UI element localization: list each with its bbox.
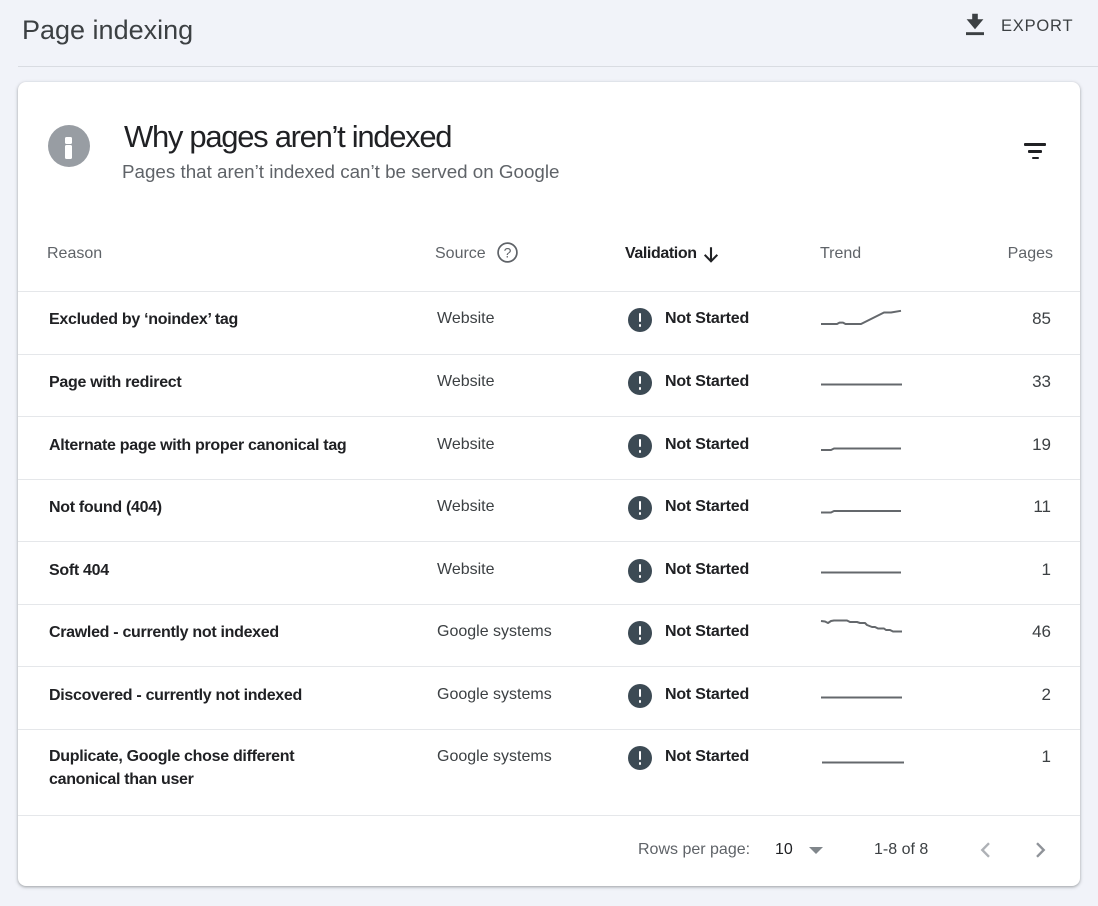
svg-text:?: ? [504, 245, 512, 261]
